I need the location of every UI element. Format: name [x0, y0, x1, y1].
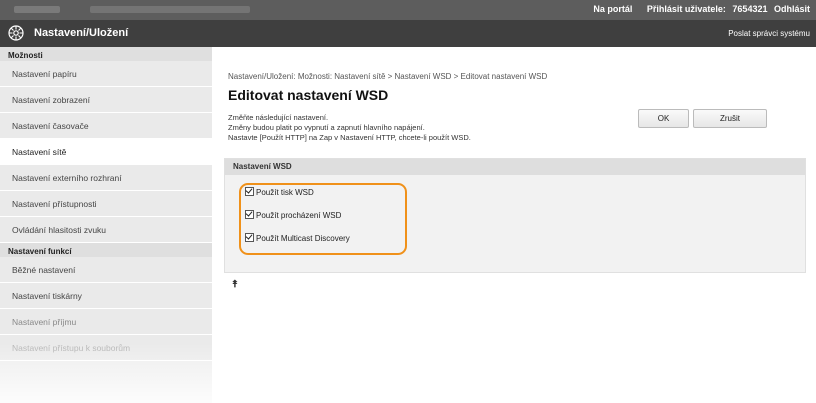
- sidebar-item-paper-settings[interactable]: Nastavení papíru: [0, 61, 212, 87]
- instruction-line: Změňte následující nastavení.: [228, 113, 329, 122]
- sidebar-item-receive-settings[interactable]: Nastavení příjmu: [0, 309, 212, 335]
- sidebar: Možnosti Nastavení papíru Nastavení zobr…: [0, 47, 212, 403]
- logout-link[interactable]: Odhlásit: [774, 4, 810, 14]
- status-bar: Na portál Přihlásit uživatele: 7654321 O…: [0, 0, 816, 20]
- breadcrumb: Nastavení/Uložení: Možnosti: Nastavení s…: [228, 72, 548, 81]
- instruction-line: Změny budou platit po vypnutí a zapnutí …: [228, 123, 425, 132]
- portal-link[interactable]: Na portál: [593, 4, 632, 14]
- sidebar-item-printer-settings[interactable]: Nastavení tiskárny: [0, 283, 212, 309]
- sidebar-item-accessibility[interactable]: Nastavení přístupnosti: [0, 191, 212, 217]
- status-bar-links: Na portál Přihlásit uživatele: 7654321 O…: [581, 4, 810, 14]
- mail-admin-link[interactable]: Poslat správci systému: [728, 29, 810, 38]
- blurred-text: [90, 6, 250, 13]
- instruction-line: Nastavte [Použít HTTP] na Zap v Nastaven…: [228, 133, 471, 142]
- sidebar-item-file-access[interactable]: Nastavení přístupu k souborům: [0, 335, 212, 361]
- sidebar-item-display-settings[interactable]: Nastavení zobrazení: [0, 87, 212, 113]
- settings-logo-icon: [8, 25, 24, 41]
- page-title: Nastavení/Uložení: [34, 27, 129, 39]
- sidebar-section-function-settings: Nastavení funkcí: [0, 243, 212, 257]
- instructions: Změňte následující nastavení. Změny budo…: [228, 113, 471, 143]
- sidebar-item-network-settings[interactable]: Nastavení sítě: [0, 139, 212, 165]
- wsd-settings-panel: Nastavení WSD Použít tisk WSD Použít pro…: [224, 158, 806, 273]
- ok-button[interactable]: OK: [638, 109, 689, 128]
- page-heading: Editovat nastavení WSD: [228, 87, 389, 103]
- highlight-frame: [239, 183, 407, 255]
- sidebar-item-common-settings[interactable]: Běžné nastavení: [0, 257, 212, 283]
- main-content: Nastavení/Uložení: Možnosti: Nastavení s…: [216, 47, 816, 403]
- sidebar-section-options: Možnosti: [0, 47, 212, 61]
- sidebar-item-timer-settings[interactable]: Nastavení časovače: [0, 113, 212, 139]
- blurred-text: [14, 6, 60, 13]
- login-user-label: Přihlásit uživatele:: [646, 4, 726, 14]
- sidebar-item-external-interface[interactable]: Nastavení externího rozhraní: [0, 165, 212, 191]
- sidebar-item-volume-control[interactable]: Ovládání hlasitosti zvuku: [0, 217, 212, 243]
- title-bar: Nastavení/Uložení Poslat správci systému: [0, 20, 816, 47]
- user-id: 7654321: [732, 4, 768, 14]
- panel-title: Nastavení WSD: [225, 159, 805, 175]
- cancel-button[interactable]: Zrušit: [693, 109, 767, 128]
- back-to-top-icon[interactable]: ⯭: [232, 279, 238, 290]
